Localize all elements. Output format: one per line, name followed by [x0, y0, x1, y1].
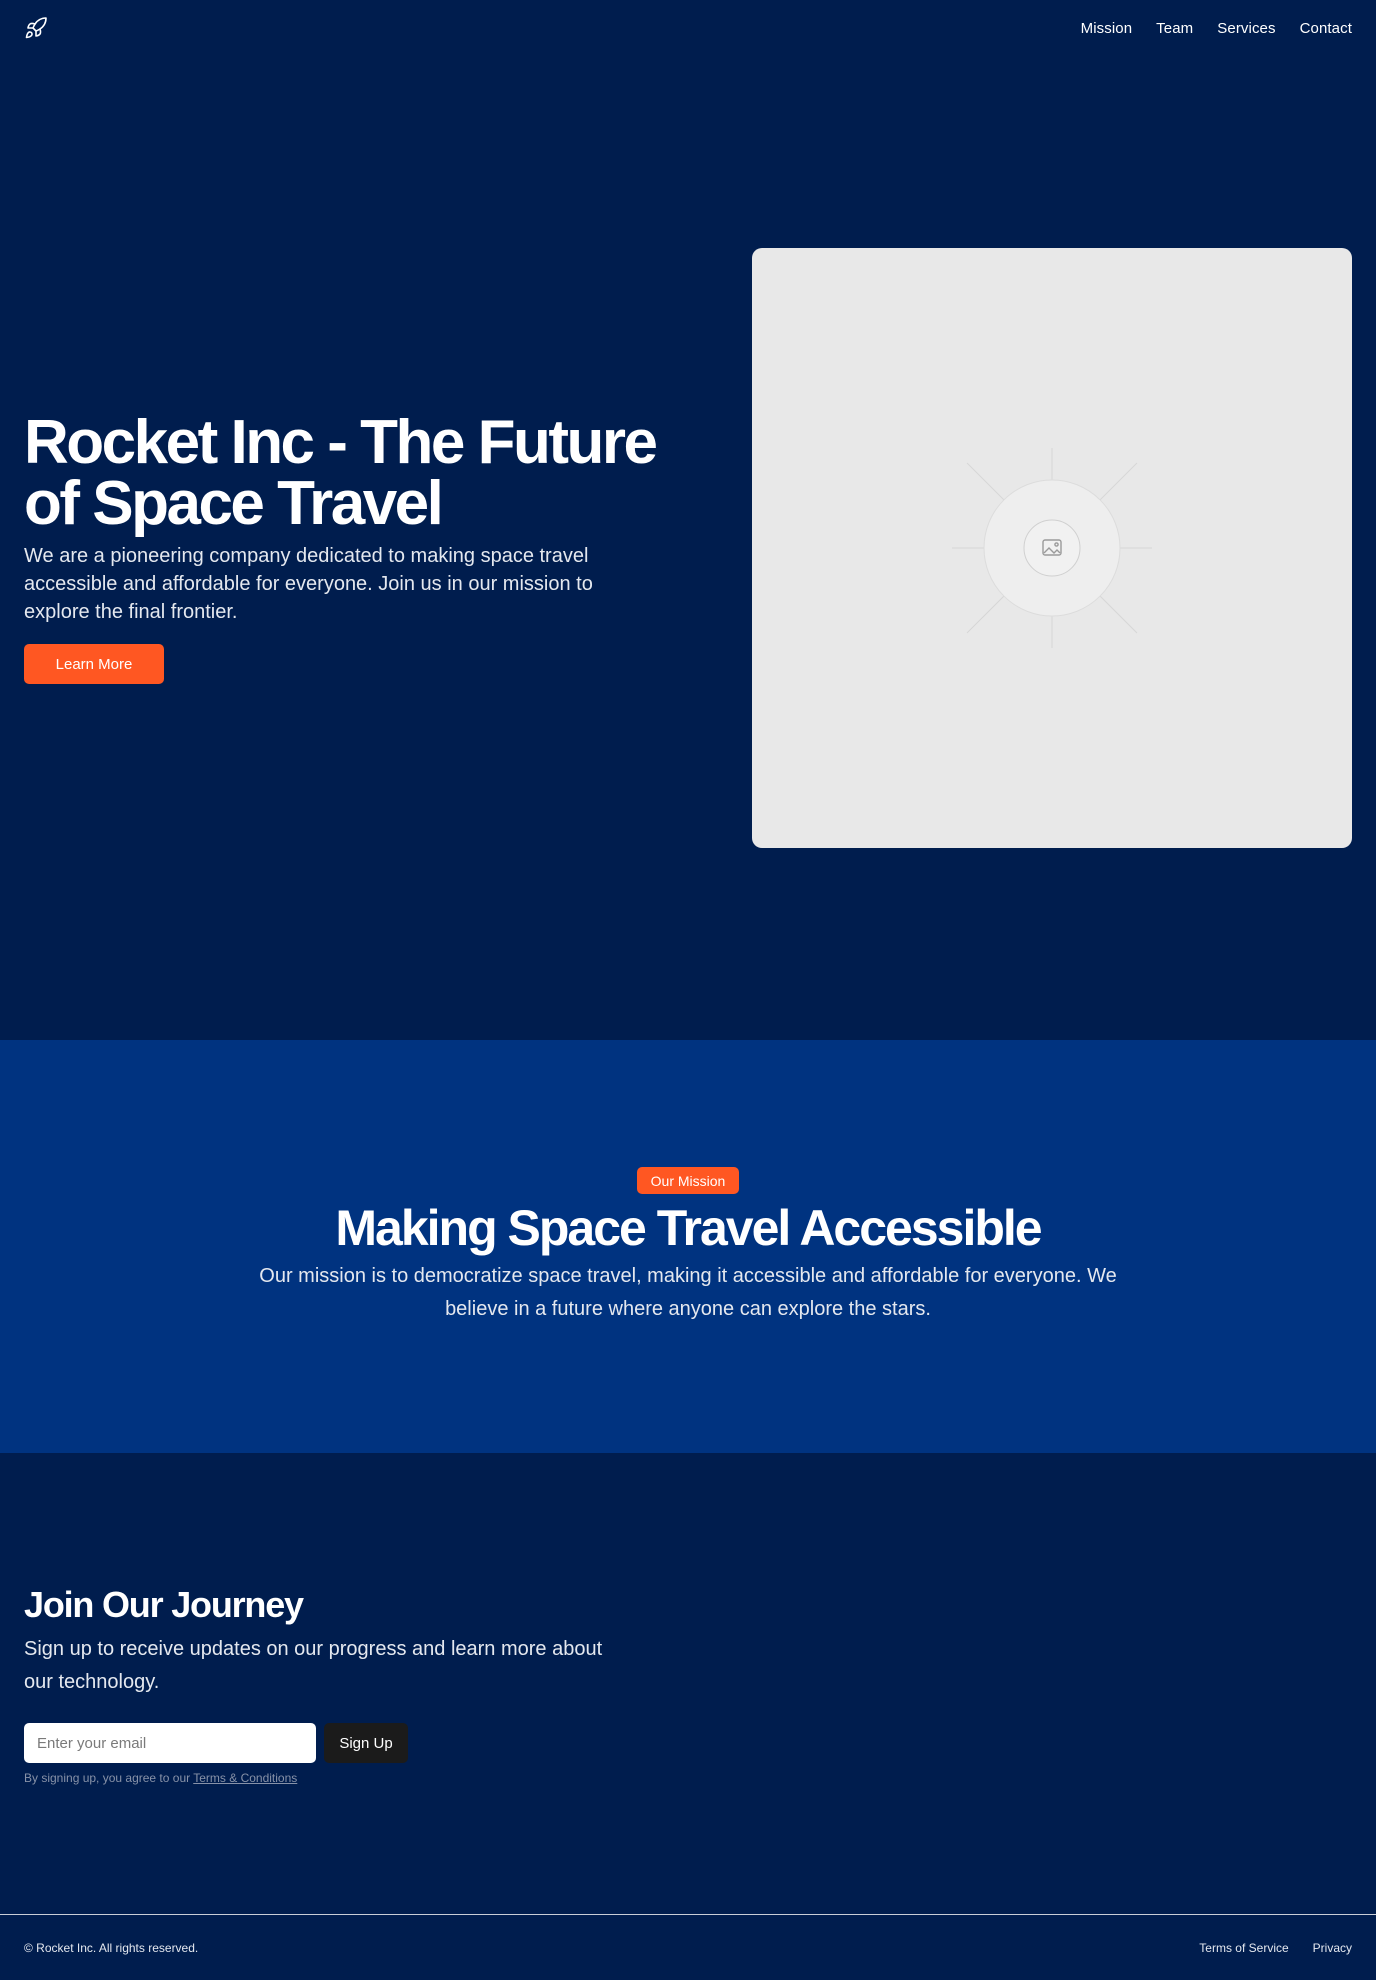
sign-up-button[interactable]: Sign Up — [324, 1723, 408, 1763]
mission-description: Our mission is to democratize space trav… — [259, 1265, 1117, 1320]
hero-content: Rocket Inc - The Future of Space Travel … — [24, 412, 714, 684]
site-header: Mission Team Services Contact — [0, 0, 1376, 56]
hero-title: Rocket Inc - The Future of Space Travel — [24, 408, 658, 538]
signup-section: Join Our Journey Sign up to receive upda… — [0, 1453, 1376, 1915]
mission-title: Making Space Travel Accessible — [335, 1200, 1042, 1256]
learn-more-button[interactable]: Learn More — [24, 644, 164, 684]
nav-link-team[interactable]: Team — [1156, 20, 1193, 37]
signup-form: Sign Up — [24, 1723, 408, 1763]
nav-link-mission[interactable]: Mission — [1081, 20, 1133, 37]
hero-section: Rocket Inc - The Future of Space Travel … — [0, 56, 1376, 1040]
signup-title: Join Our Journey — [24, 1584, 304, 1625]
hero-description: We are a pioneering company dedicated to… — [24, 545, 593, 623]
nav-link-contact[interactable]: Contact — [1300, 20, 1352, 37]
footer-links: Terms of Service Privacy — [1199, 1941, 1352, 1955]
mission-section: Our Mission Making Space Travel Accessib… — [0, 1040, 1376, 1453]
rocket-icon[interactable] — [24, 16, 48, 40]
site-footer: © Rocket Inc. All rights reserved. Terms… — [0, 1914, 1376, 1980]
footer-link-terms-of-service[interactable]: Terms of Service — [1199, 1941, 1288, 1955]
terms-conditions-link[interactable]: Terms & Conditions — [193, 1771, 297, 1785]
signup-description: Sign up to receive updates on our progre… — [24, 1638, 603, 1693]
image-placeholder-icon — [952, 448, 1152, 648]
footer-link-privacy[interactable]: Privacy — [1313, 1941, 1352, 1955]
nav-link-services[interactable]: Services — [1217, 20, 1275, 37]
hero-image-placeholder — [752, 248, 1352, 848]
copyright-text: © Rocket Inc. All rights reserved. — [24, 1940, 199, 1955]
terms-prefix: By signing up, you agree to our — [24, 1771, 194, 1785]
main-nav: Mission Team Services Contact — [1081, 20, 1352, 37]
email-input[interactable] — [24, 1723, 316, 1763]
terms-note: By signing up, you agree to our Terms & … — [24, 1771, 297, 1785]
mission-badge: Our Mission — [637, 1167, 739, 1194]
